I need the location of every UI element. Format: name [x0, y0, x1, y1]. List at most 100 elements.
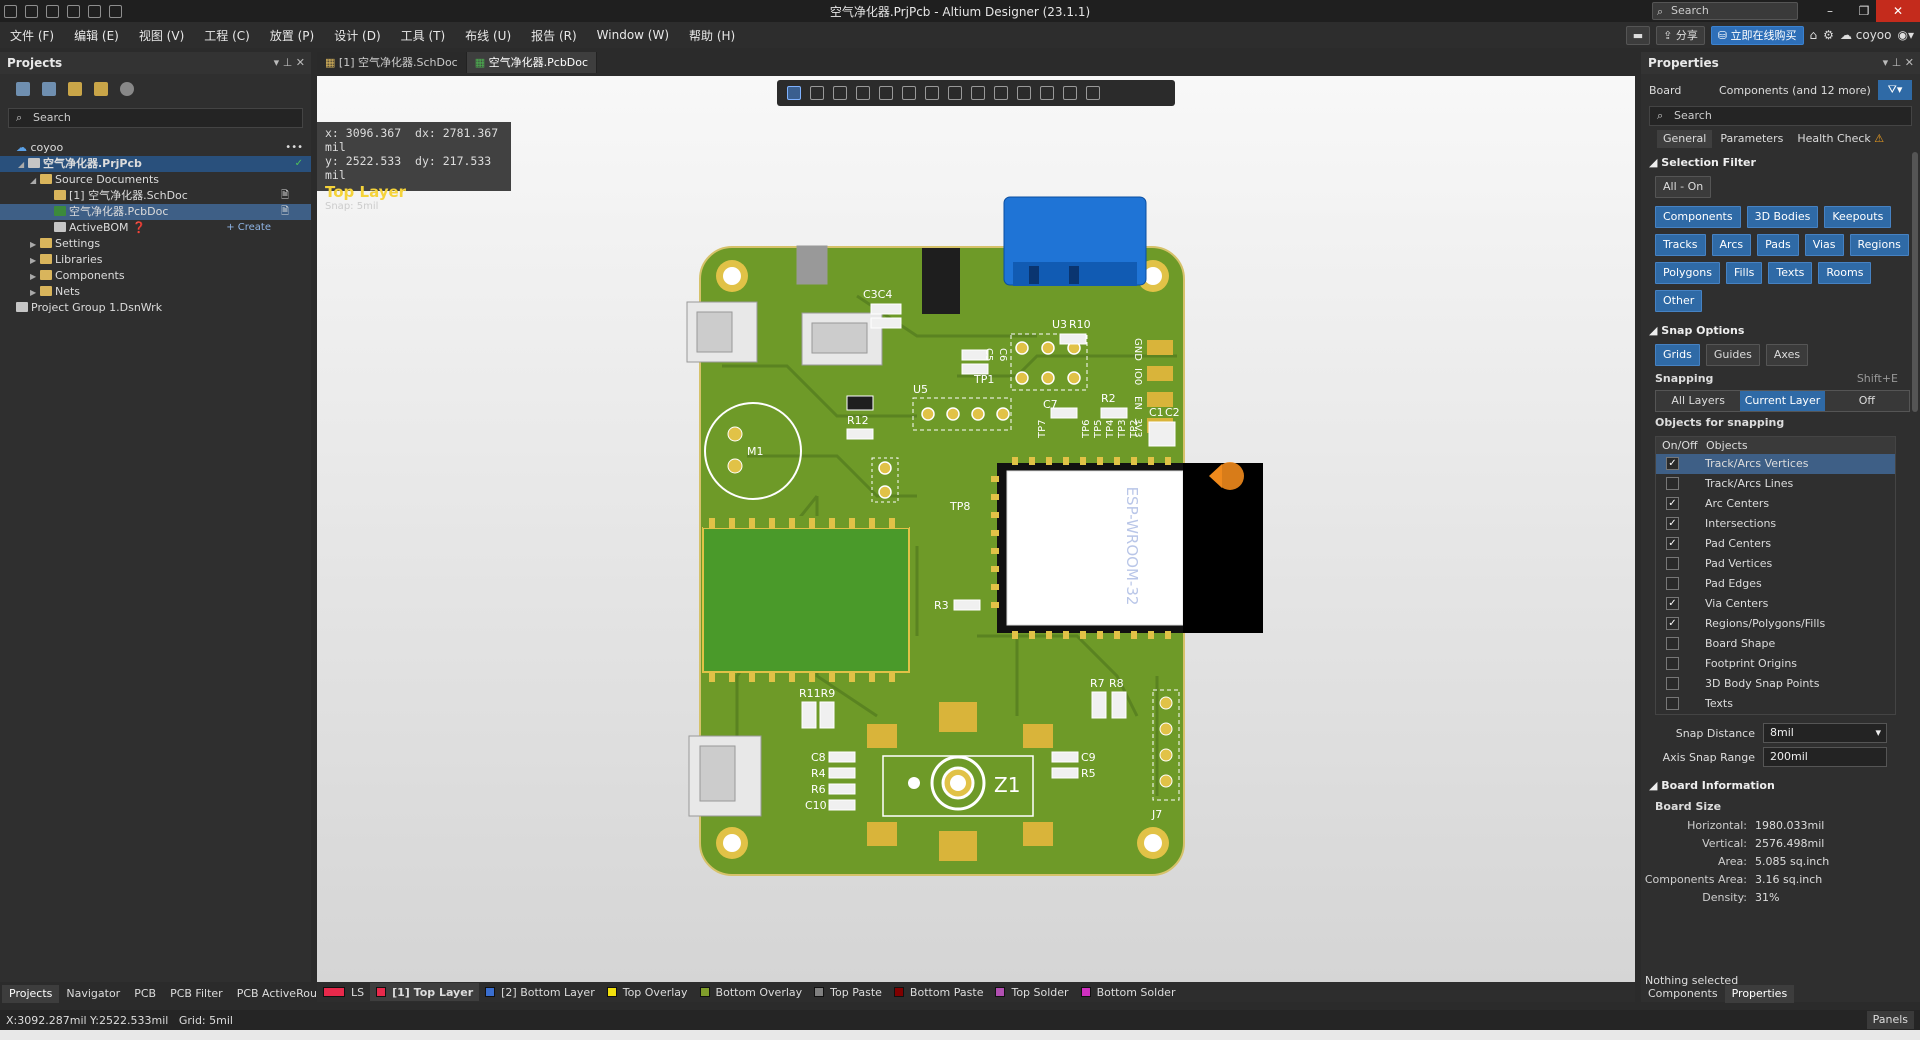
all-on-button[interactable]: All - On: [1655, 176, 1712, 198]
panels-button[interactable]: Panels: [1866, 1011, 1914, 1029]
collapse-icon[interactable]: ◢: [30, 173, 40, 189]
snap-object-checkbox[interactable]: [1666, 677, 1679, 690]
save-all-icon[interactable]: [46, 4, 59, 18]
filter-chip-keepouts[interactable]: Keepouts: [1824, 206, 1892, 228]
account-icon[interactable]: ◉▾: [1898, 28, 1915, 42]
snap-object-checkbox[interactable]: [1666, 637, 1679, 650]
menu-view[interactable]: 视图 (V): [129, 27, 194, 44]
layer-top-paste[interactable]: Top Paste: [808, 983, 888, 1001]
tree-libraries[interactable]: ▶ Libraries: [0, 252, 311, 268]
filter-chip-fills[interactable]: Fills: [1725, 262, 1763, 284]
tree-project-group[interactable]: Project Group 1.DsnWrk: [0, 300, 311, 316]
redo-icon[interactable]: [109, 4, 122, 18]
expand-icon[interactable]: ▶: [30, 237, 40, 253]
layer-bottom[interactable]: [2] Bottom Layer: [479, 983, 601, 1001]
snap-object-row[interactable]: 3D Body Snap Points: [1656, 674, 1895, 694]
properties-search-input[interactable]: ⌕ Search: [1649, 106, 1912, 126]
layer-top-overlay[interactable]: Top Overlay: [601, 983, 694, 1001]
gear-icon[interactable]: ⚙: [1823, 28, 1834, 42]
snap-object-row[interactable]: Board Shape: [1656, 634, 1895, 654]
snap-object-row[interactable]: ✓ Pad Centers: [1656, 534, 1895, 554]
tab-schdoc[interactable]: ▦ [1] 空气净化器.SchDoc: [317, 52, 467, 73]
snap-object-checkbox[interactable]: ✓: [1666, 597, 1679, 610]
board-info-header[interactable]: ◢ Board Information: [1641, 777, 1920, 795]
tab-pcb[interactable]: PCB: [127, 985, 163, 1003]
snap-object-checkbox[interactable]: ✓: [1666, 457, 1679, 470]
expand-icon[interactable]: ▶: [30, 253, 40, 269]
save-project-icon[interactable]: [16, 82, 30, 96]
snap-guides-button[interactable]: Guides: [1705, 344, 1760, 366]
tab-parameters[interactable]: Parameters: [1714, 130, 1789, 148]
tree-activebom[interactable]: ActiveBOM ❓ + Create: [0, 220, 311, 236]
share-button[interactable]: ⇪ 分享: [1656, 25, 1705, 45]
axis-snap-input[interactable]: 200mil: [1763, 747, 1887, 767]
compile-icon[interactable]: [42, 82, 56, 96]
tree-settings[interactable]: ▶ Settings: [0, 236, 311, 252]
snap-object-checkbox[interactable]: ✓: [1666, 537, 1679, 550]
close-folder-icon[interactable]: [94, 82, 108, 96]
snap-axes-button[interactable]: Axes: [1765, 344, 1809, 366]
layer-set-button[interactable]: LS: [317, 983, 370, 1001]
tree-nets[interactable]: ▶ Nets: [0, 284, 311, 300]
tree-components[interactable]: ▶ Components: [0, 268, 311, 284]
pcb-canvas[interactable]: x: 3096.367 dx: 2781.367 mil y: 2522.533…: [317, 76, 1635, 982]
menu-design[interactable]: 设计 (D): [324, 27, 390, 44]
snap-grids-button[interactable]: Grids: [1655, 344, 1700, 366]
menu-place[interactable]: 放置 (P): [260, 27, 324, 44]
snap-object-checkbox[interactable]: ✓: [1666, 617, 1679, 630]
panel-controls[interactable]: ▾ ⊥ ✕: [274, 52, 305, 74]
filter-chip-other[interactable]: Other: [1655, 290, 1703, 312]
snap-object-row[interactable]: ✓ Via Centers: [1656, 594, 1895, 614]
layer-bottom-paste[interactable]: Bottom Paste: [888, 983, 990, 1001]
tab-properties[interactable]: Properties: [1724, 985, 1795, 1003]
save-icon[interactable]: [25, 4, 38, 18]
layer-top-solder[interactable]: Top Solder: [989, 983, 1074, 1001]
snap-object-checkbox[interactable]: [1666, 557, 1679, 570]
expand-icon[interactable]: ▶: [30, 269, 40, 285]
snap-all-layers[interactable]: All Layers: [1656, 391, 1741, 411]
menu-window[interactable]: Window (W): [587, 28, 679, 42]
tree-workspace[interactable]: ☁ coyoo •••: [0, 140, 311, 156]
snap-object-row[interactable]: ✓ Intersections: [1656, 514, 1895, 534]
snap-object-row[interactable]: Track/Arcs Lines: [1656, 474, 1895, 494]
snap-object-row[interactable]: ✓ Regions/Polygons/Fills: [1656, 614, 1895, 634]
snap-off[interactable]: Off: [1824, 391, 1909, 411]
collapse-icon[interactable]: ◢: [18, 157, 28, 173]
menu-edit[interactable]: 编辑 (E): [64, 27, 129, 44]
snap-object-checkbox[interactable]: [1666, 477, 1679, 490]
filter-chip-texts[interactable]: Texts: [1768, 262, 1813, 284]
tree-schdoc[interactable]: [1] 空气净化器.SchDoc 🗎: [0, 188, 311, 204]
filter-chip-tracks[interactable]: Tracks: [1655, 234, 1706, 256]
filter-chip-rooms[interactable]: Rooms: [1818, 262, 1872, 284]
snap-object-checkbox[interactable]: [1666, 697, 1679, 710]
layer-bottom-overlay[interactable]: Bottom Overlay: [694, 983, 809, 1001]
snap-current-layer[interactable]: Current Layer: [1740, 391, 1825, 411]
menu-help[interactable]: 帮助 (H): [679, 27, 745, 44]
snap-object-row[interactable]: Pad Edges: [1656, 574, 1895, 594]
snap-object-checkbox[interactable]: [1666, 657, 1679, 670]
snap-object-row[interactable]: Pad Vertices: [1656, 554, 1895, 574]
panel-controls[interactable]: ▾ ⊥ ✕: [1883, 52, 1914, 74]
open-folder-icon[interactable]: [68, 82, 82, 96]
filter-chip-arcs[interactable]: Arcs: [1711, 234, 1752, 256]
settings-icon[interactable]: [120, 82, 134, 96]
snap-object-checkbox[interactable]: ✓: [1666, 497, 1679, 510]
global-search[interactable]: ⌕ Search: [1652, 2, 1798, 20]
menu-file[interactable]: 文件 (F): [0, 27, 64, 44]
filter-funnel-button[interactable]: ⛛▾: [1878, 80, 1912, 100]
tab-pcbdoc[interactable]: ▦ 空气净化器.PcbDoc: [466, 52, 598, 73]
selection-filter-header[interactable]: ◢ Selection Filter: [1641, 154, 1920, 172]
snap-object-row[interactable]: Texts: [1656, 694, 1895, 714]
tree-source-documents[interactable]: ◢ Source Documents: [0, 172, 311, 188]
snap-distance-select[interactable]: 8mil ▾: [1763, 723, 1887, 743]
layer-bottom-solder[interactable]: Bottom Solder: [1075, 983, 1182, 1001]
create-bom-link[interactable]: + Create: [226, 220, 271, 236]
filter-chip-regions[interactable]: Regions: [1849, 234, 1909, 256]
snap-object-row[interactable]: Footprint Origins: [1656, 654, 1895, 674]
filter-chip-3d-bodies[interactable]: 3D Bodies: [1746, 206, 1819, 228]
tab-pcb-filter[interactable]: PCB Filter: [163, 985, 230, 1003]
app-icon[interactable]: [4, 4, 17, 18]
expand-icon[interactable]: ▶: [30, 285, 40, 301]
snap-object-row[interactable]: ✓ Arc Centers: [1656, 494, 1895, 514]
snap-object-checkbox[interactable]: [1666, 577, 1679, 590]
